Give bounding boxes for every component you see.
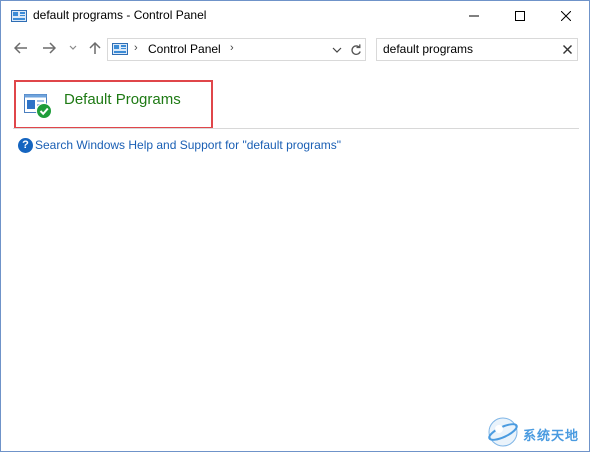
search-input[interactable]: default programs xyxy=(376,38,578,61)
default-programs-icon xyxy=(24,94,52,119)
result-title[interactable]: Default Programs xyxy=(64,91,181,108)
navigation-bar: › Control Panel › default programs xyxy=(1,32,589,66)
close-button[interactable] xyxy=(543,1,589,31)
close-icon xyxy=(561,11,571,21)
forward-button[interactable] xyxy=(39,38,59,58)
window-title: default programs - Control Panel xyxy=(33,8,207,22)
breadcrumb-separator-icon[interactable]: › xyxy=(230,42,234,54)
close-icon xyxy=(563,45,572,54)
recent-locations-button[interactable] xyxy=(66,38,80,58)
minimize-icon xyxy=(469,15,479,17)
watermark-text: 系统天地 xyxy=(523,428,580,443)
control-panel-icon xyxy=(112,43,128,55)
breadcrumb-separator-icon[interactable]: › xyxy=(134,42,138,54)
breadcrumb-control-panel[interactable]: Control Panel xyxy=(148,42,221,56)
title-bar[interactable]: default programs - Control Panel xyxy=(1,1,589,31)
arrow-left-icon xyxy=(14,42,27,54)
up-button[interactable] xyxy=(85,38,105,58)
search-input-value[interactable]: default programs xyxy=(383,42,473,56)
help-support-link[interactable]: Search Windows Help and Support for "def… xyxy=(35,138,341,152)
help-icon: ? xyxy=(18,138,33,153)
arrow-up-icon xyxy=(89,41,101,54)
address-dropdown-button[interactable] xyxy=(332,43,342,57)
search-result-default-programs[interactable]: Default Programs xyxy=(14,80,213,129)
arrow-right-icon xyxy=(43,42,56,54)
maximize-icon xyxy=(515,11,525,21)
divider xyxy=(13,128,579,129)
control-panel-icon xyxy=(11,10,27,22)
minimize-button[interactable] xyxy=(451,1,497,31)
clear-search-button[interactable] xyxy=(563,41,572,57)
back-button[interactable] xyxy=(11,38,31,58)
chevron-down-icon xyxy=(332,47,342,53)
address-bar[interactable]: › Control Panel › xyxy=(107,38,348,61)
maximize-button[interactable] xyxy=(497,1,543,31)
watermark-logo-icon xyxy=(488,417,518,447)
chevron-down-icon xyxy=(69,45,77,50)
refresh-icon xyxy=(350,43,361,55)
site-watermark: 系统天地 xyxy=(485,415,589,451)
control-panel-window: default programs - Control Panel › Contr… xyxy=(0,0,590,452)
refresh-button[interactable] xyxy=(346,38,366,61)
